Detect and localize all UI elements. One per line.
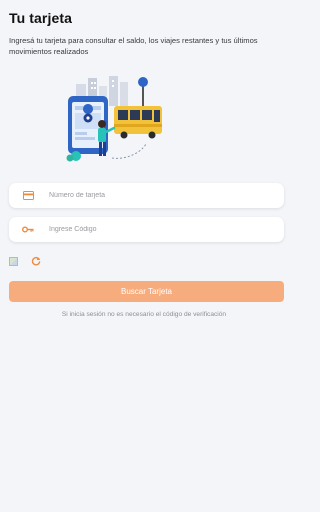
key-icon: [15, 217, 41, 242]
bus-card-illustration: [62, 74, 166, 174]
captcha-row: [9, 255, 42, 267]
verification-code-input[interactable]: [49, 226, 269, 233]
card-number-input[interactable]: [49, 192, 269, 199]
search-card-button[interactable]: Buscar Tarjeta: [9, 281, 284, 302]
broken-image-icon: [9, 256, 18, 266]
page-description: Ingresá tu tarjeta para consultar el sal…: [9, 36, 258, 56]
credit-card-icon: [15, 183, 41, 208]
login-hint-text: Si inicia sesión no es necesario el códi…: [61, 311, 227, 318]
screen: Tu tarjeta Ingresá tu tarjeta para consu…: [0, 0, 288, 512]
card-number-field[interactable]: [9, 183, 284, 208]
page-title: Tu tarjeta: [9, 10, 72, 26]
refresh-icon[interactable]: [30, 255, 42, 267]
verification-code-field[interactable]: [9, 217, 284, 242]
